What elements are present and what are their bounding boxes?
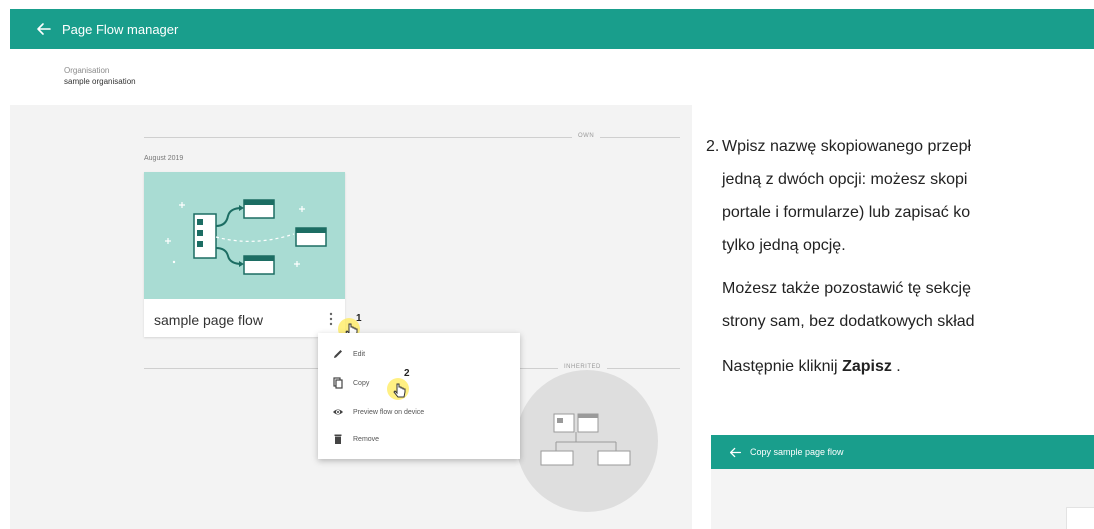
menu-item-copy[interactable]: Copy bbox=[318, 370, 520, 396]
paragraph-line: Możesz także pozostawić tę sekcję bbox=[722, 280, 971, 297]
flow-diagram-illustration bbox=[165, 199, 327, 275]
eye-icon bbox=[333, 409, 343, 415]
hierarchy-icon bbox=[540, 413, 631, 466]
menu-item-preview[interactable]: Preview flow on device bbox=[318, 399, 520, 425]
step-number: 2. bbox=[706, 138, 720, 155]
save-instruction-text: Następnie kliknij bbox=[722, 358, 843, 375]
menu-item-label: Copy bbox=[353, 379, 370, 387]
page-flow-thumbnail bbox=[144, 172, 345, 299]
paragraph-line: tylko jedną opcję. bbox=[722, 237, 846, 254]
menu-item-edit[interactable]: Edit bbox=[318, 341, 520, 367]
pointer-cursor-icon bbox=[393, 383, 406, 398]
inherited-empty-illustration bbox=[516, 370, 658, 512]
page-flow-card[interactable]: sample page flow bbox=[144, 172, 345, 337]
copy-icon bbox=[333, 377, 343, 389]
paragraph-line: Wpisz nazwę skopiowanego przepł bbox=[722, 138, 972, 155]
more-options-icon[interactable] bbox=[328, 312, 334, 326]
menu-item-remove[interactable]: Remove bbox=[318, 426, 520, 452]
organisation-info: Organisation sample organisation bbox=[64, 65, 136, 87]
step-marker-2: 2 bbox=[404, 368, 410, 379]
trash-icon bbox=[334, 434, 342, 444]
menu-item-label: Edit bbox=[353, 350, 366, 358]
organisation-value[interactable]: sample organisation bbox=[64, 76, 136, 87]
step-marker-1: 1 bbox=[356, 313, 362, 324]
save-keyword: Zapisz bbox=[842, 358, 892, 375]
organisation-label: Organisation bbox=[64, 66, 110, 75]
menu-item-label: Preview flow on device bbox=[353, 408, 425, 416]
app-bar: Page Flow manager bbox=[10, 9, 1094, 49]
copy-dialog-field bbox=[1066, 507, 1094, 529]
context-menu: Edit Copy Preview flow on device Remove bbox=[318, 333, 520, 459]
screenshot-area: Page Flow manager Organisation sample or… bbox=[0, 0, 1094, 529]
instructions-panel: 2. Wpisz nazwę skopiowanego przepł jedną… bbox=[692, 105, 1094, 529]
paragraph-line: jedną z dwóch opcji: możesz skopi bbox=[722, 171, 968, 188]
pencil-icon bbox=[334, 350, 342, 358]
copy-dialog-title: Copy sample page flow bbox=[750, 447, 844, 457]
own-section-label: OWN bbox=[572, 133, 601, 139]
back-arrow-icon[interactable] bbox=[36, 21, 52, 37]
paragraph-save: Następnie kliknij Zapisz . bbox=[722, 358, 901, 376]
copy-dialog-app-bar: Copy sample page flow bbox=[711, 435, 1094, 469]
menu-item-label: Remove bbox=[353, 435, 380, 443]
app-title: Page Flow manager bbox=[62, 21, 179, 37]
page-flow-name: sample page flow bbox=[154, 312, 263, 328]
save-instruction-end: . bbox=[891, 358, 901, 375]
group-month-label: August 2019 bbox=[144, 155, 184, 162]
paragraph-line: portale i formularze) lub zapisać ko bbox=[722, 204, 971, 221]
copy-dialog-screenshot: Copy sample page flow bbox=[711, 435, 1094, 529]
paragraph-line: strony sam, bez dodatkowych skład bbox=[722, 313, 975, 330]
back-arrow-icon bbox=[729, 447, 742, 457]
